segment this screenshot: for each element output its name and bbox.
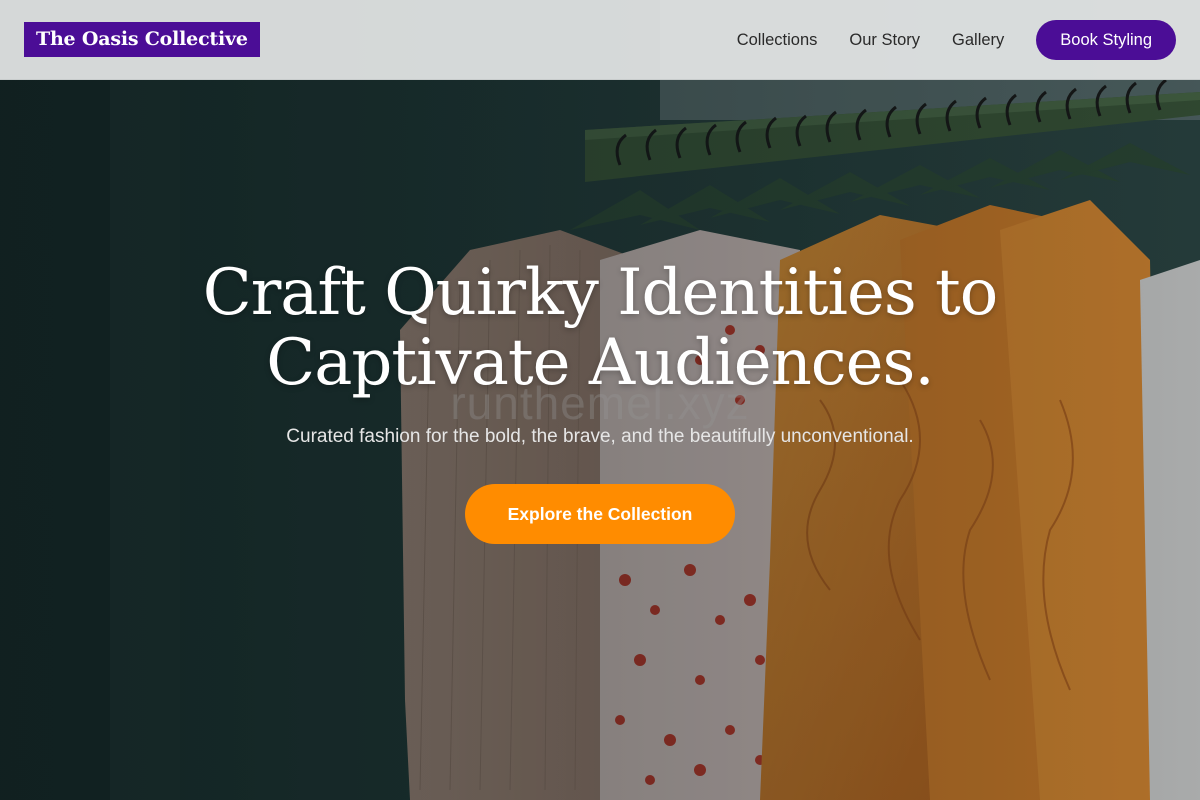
- nav-link-our-story[interactable]: Our Story: [849, 31, 920, 50]
- hero-subtitle: Curated fashion for the bold, the brave,…: [286, 426, 914, 447]
- explore-collection-button[interactable]: Explore the Collection: [465, 484, 735, 544]
- page: The Oasis Collective Collections Our Sto…: [0, 0, 1200, 800]
- logo[interactable]: The Oasis Collective: [24, 22, 260, 57]
- hero-title-line-1: Craft Quirky Identities to: [202, 256, 999, 330]
- nav-link-collections[interactable]: Collections: [737, 31, 818, 50]
- site-header: The Oasis Collective Collections Our Sto…: [0, 0, 1200, 80]
- hero-title-line-2: Captivate Audiences.: [266, 326, 934, 400]
- hero-title: Craft Quirky Identities to Captivate Aud…: [100, 258, 1100, 398]
- book-styling-button[interactable]: Book Styling: [1036, 20, 1176, 60]
- main-nav: Collections Our Story Gallery Book Styli…: [737, 20, 1176, 60]
- nav-link-gallery[interactable]: Gallery: [952, 31, 1004, 50]
